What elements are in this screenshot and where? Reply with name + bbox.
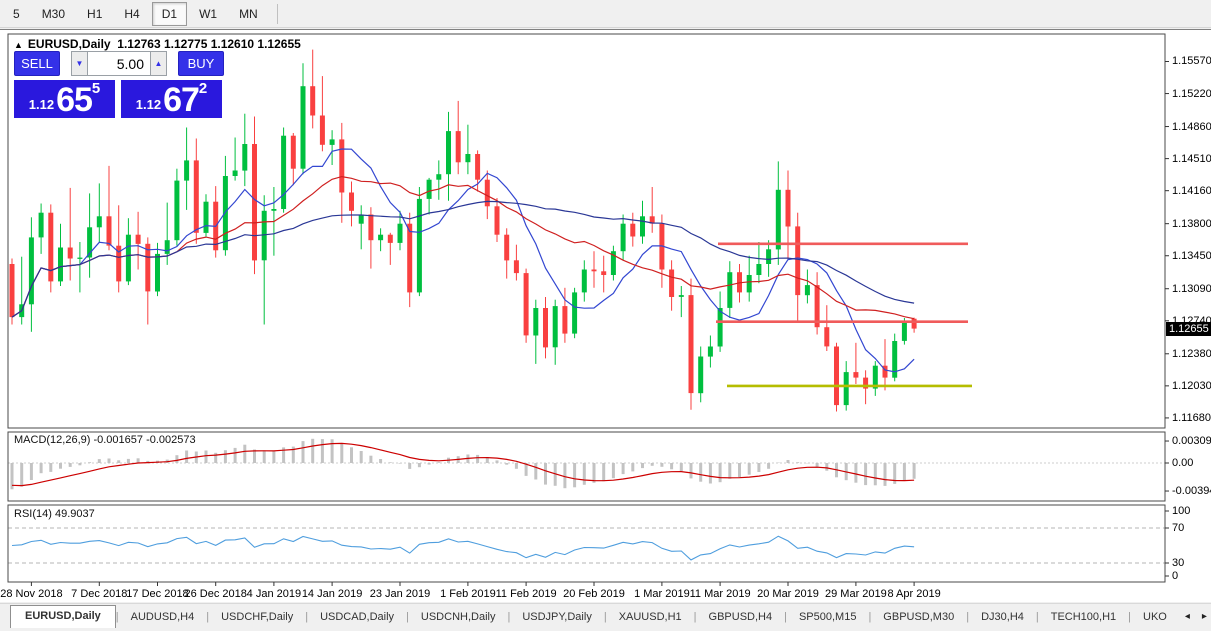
chevron-down-icon: ▼ [75,59,84,68]
price-axis-label: 1.13800 [1172,217,1211,230]
one-click-trading-panel: SELL ▼ ▲ BUY 1.12 65 5 1.12 [14,51,224,118]
rsi-axis-label: 100 [1172,505,1191,517]
timeframe-button-h4[interactable]: H4 [114,2,149,26]
tab-usdcnh-daily[interactable]: USDCNH,Daily [409,607,508,628]
rsi-axis-label: 0 [1172,570,1179,582]
buy-price-pips: 67 [163,81,200,119]
price-axis-label: 1.15570 [1172,55,1211,68]
buy-price-base: 1.12 [135,97,162,112]
price-axis-label: 1.14510 [1172,152,1211,165]
rsi-indicator-label: RSI(14) 49.9037 [14,508,95,520]
tab-dj30-h4[interactable]: DJ30,H4 [969,607,1036,628]
rsi-axis-label: 70 [1172,522,1185,534]
trading-terminal: 5 M30 H1 H4 D1 W1 MN 1.15570 1.15220 1.14860 1.14… [0,0,1211,631]
sell-price-point: 5 [91,80,101,97]
tab-gbpusd-m30[interactable]: GBPUSD,M30 [871,607,966,628]
tab-xauusd-h1[interactable]: XAUUSD,H1 [607,607,694,628]
price-axis-label: 1.14160 [1172,184,1211,197]
chart-symbol-label: EURUSD,Daily [27,37,111,51]
chevron-up-icon: ▲ [154,59,163,68]
toolbar-separator [276,3,278,24]
rsi-axis-label: 30 [1172,557,1185,569]
timeframe-button-w1[interactable]: W1 [189,2,227,26]
chart-header: ▲ EURUSD,Daily 1.12763 1.12775 1.12610 1.… [14,37,301,51]
current-price-tag: 1.12655 [1166,321,1211,336]
timeframe-button-m30[interactable]: M30 [32,2,75,26]
price-axis-label: 1.11680 [1172,411,1211,424]
timeframe-button-d1[interactable]: D1 [151,1,188,26]
price-axis-label: 1.13090 [1172,282,1211,295]
price-axis-label: 1.14860 [1172,120,1211,133]
tab-usdcad-daily[interactable]: USDCAD,Daily [308,607,406,628]
price-axis-label: 1.13450 [1172,249,1211,262]
tab-usdchf-daily[interactable]: USDCHF,Daily [209,607,305,628]
tab-sp500-m15[interactable]: SP500,M15 [787,607,868,628]
sell-price-pips: 65 [56,81,93,119]
tab-scroll-left-icon[interactable]: ◂ [1179,611,1196,628]
timeframe-button-5[interactable]: 5 [3,2,30,26]
price-axis-label: 1.15220 [1172,87,1211,100]
sell-price-button[interactable]: 1.12 65 5 [14,80,115,118]
sell-price-base: 1.12 [28,97,55,112]
volume-increase-button[interactable]: ▲ [150,51,167,76]
tab-tech100-h1[interactable]: TECH100,H1 [1039,607,1128,628]
volume-decrease-button[interactable]: ▼ [71,51,88,76]
macd-indicator-label: MACD(12,26,9) -0.001657 -0.002573 [14,434,196,446]
macd-axis-label: -0.003947 [1172,485,1211,498]
chart-ohlc-values: 1.12763 1.12775 1.12610 1.12655 [117,37,301,51]
collapse-icon[interactable]: ▲ [14,40,23,50]
chart-tab-bar: EURUSD,Daily | AUDUSD,H4 | USDCHF,Daily | USDC… [0,603,1211,628]
tab-usdjpy-daily[interactable]: USDJPY,Daily [510,607,604,628]
price-axis-label: 1.12380 [1172,347,1211,360]
volume-input[interactable] [88,51,150,76]
tab-scroll-right-icon[interactable]: ▸ [1196,611,1211,628]
buy-button[interactable]: BUY [178,51,224,76]
chart-window[interactable]: 1.15570 1.15220 1.14860 1.14510 1.14160 1.138… [0,29,1211,602]
macd-axis-label: 0.003095 [1172,435,1211,448]
sell-button[interactable]: SELL [14,51,60,76]
timeframe-toolbar: 5 M30 H1 H4 D1 W1 MN [0,0,1211,28]
timeframe-button-h1[interactable]: H1 [77,2,112,26]
tab-uko[interactable]: UKO [1131,607,1179,628]
buy-price-point: 2 [198,80,208,97]
macd-axis-label: 0.00 [1172,457,1194,469]
date-axis-label: 8 Apr 2019 [887,588,941,600]
timeframe-button-mn[interactable]: MN [229,2,268,26]
tab-gbpusd-h4[interactable]: GBPUSD,H4 [697,607,785,628]
buy-price-button[interactable]: 1.12 67 2 [121,80,222,118]
tab-audusd-h4[interactable]: AUDUSD,H4 [119,607,207,628]
tab-eurusd-daily[interactable]: EURUSD,Daily [10,605,116,628]
price-axis-label: 1.12030 [1172,379,1211,392]
